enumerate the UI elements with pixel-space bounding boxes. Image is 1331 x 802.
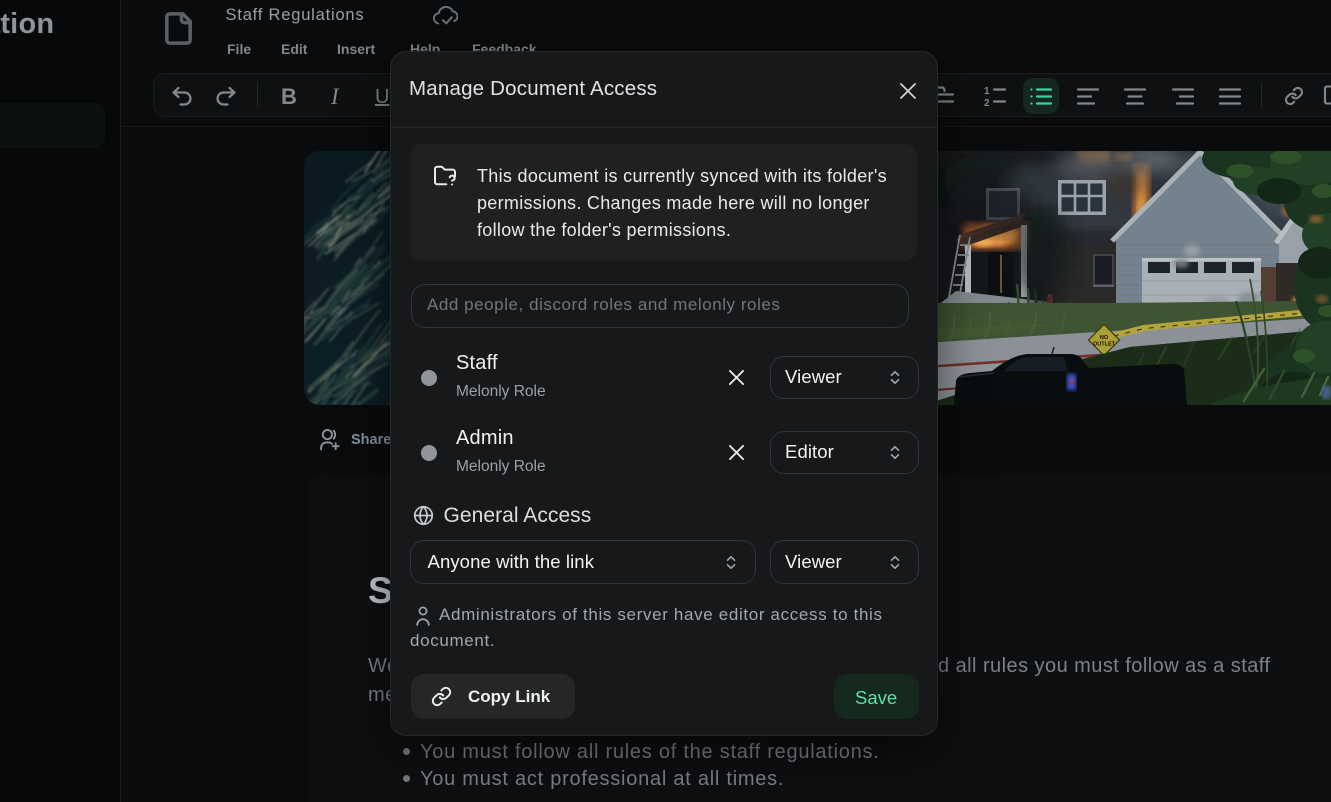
svg-text:NO: NO [1100,335,1109,341]
svg-text:1: 1 [984,86,990,97]
svg-text:U: U [375,86,389,108]
svg-text:OUTLET: OUTLET [1093,342,1116,348]
svg-text:I: I [330,84,340,109]
svg-text:B: B [281,84,297,109]
svg-text:2: 2 [984,98,990,109]
